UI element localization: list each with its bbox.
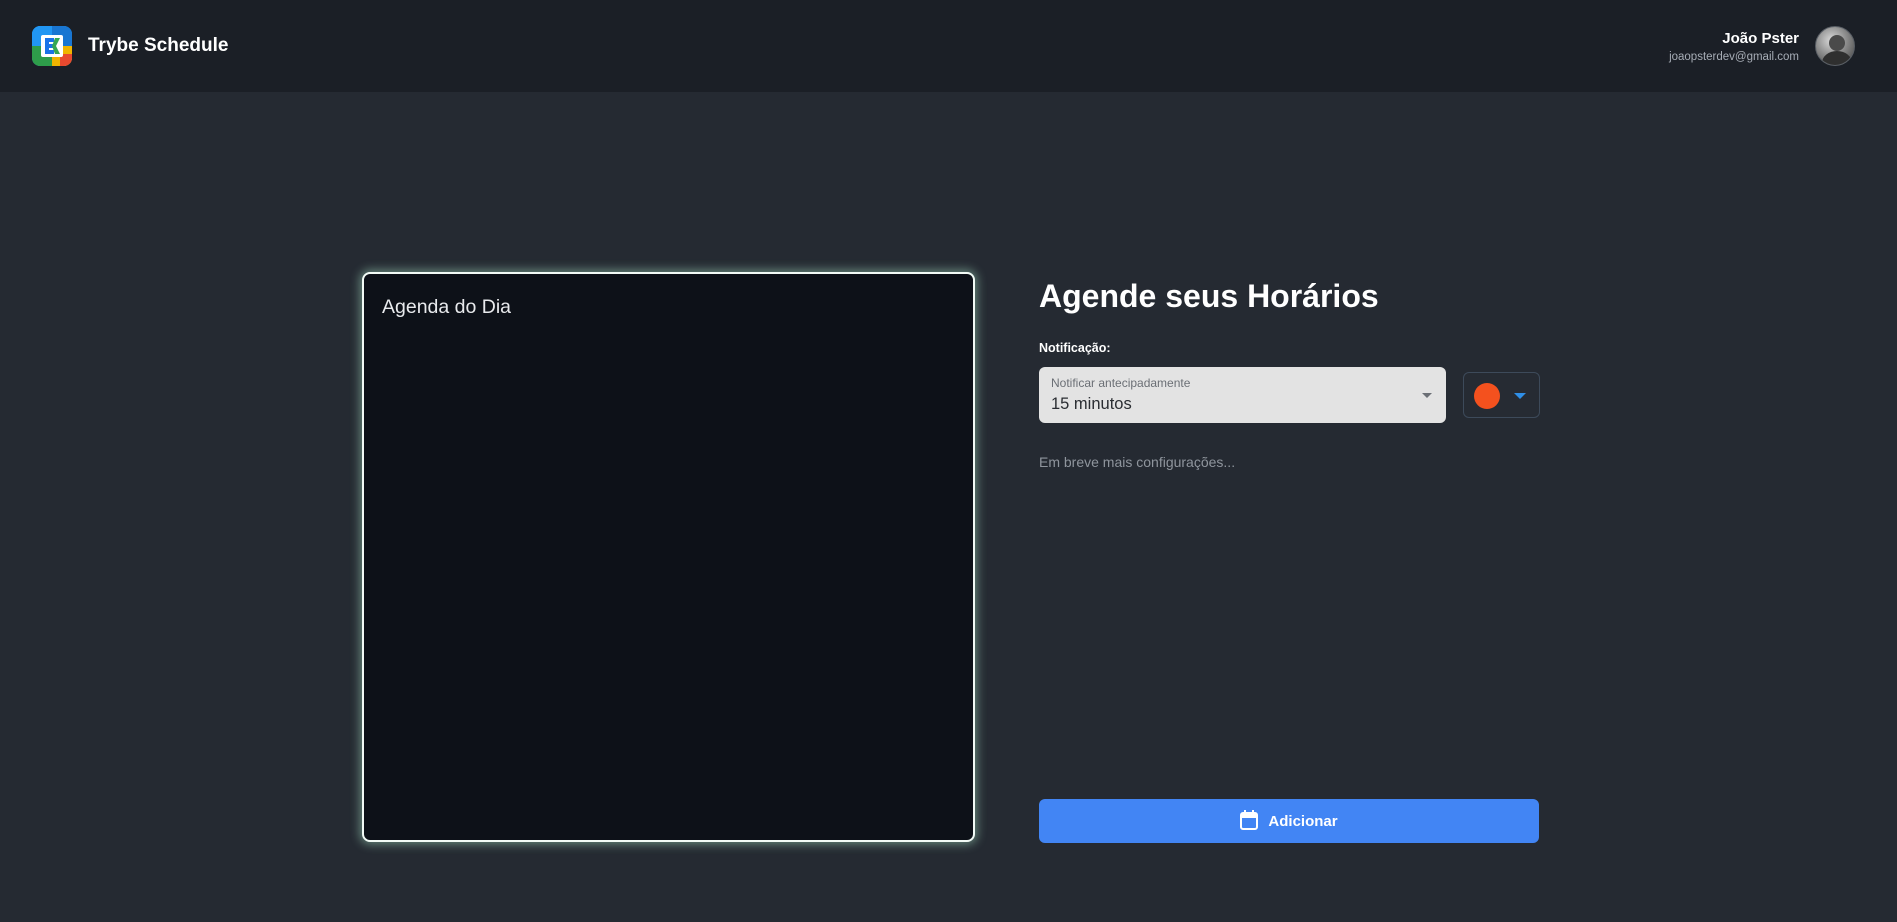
brand[interactable]: Trybe Schedule <box>32 26 228 66</box>
notify-select-value: 15 minutos <box>1051 395 1132 413</box>
user-menu[interactable]: João Pster joaopsterdev@gmail.com <box>1669 26 1855 66</box>
selected-color-swatch <box>1474 383 1500 409</box>
color-picker[interactable] <box>1463 372 1540 418</box>
add-button-label: Adicionar <box>1268 812 1338 830</box>
agenda-title: Agenda do Dia <box>382 296 512 318</box>
user-email: joaopsterdev@gmail.com <box>1669 50 1799 63</box>
page-title: Agende seus Horários <box>1039 278 1379 314</box>
schedule-panel: Agende seus Horários Notificação: Notifi… <box>1039 272 1540 843</box>
user-name: João Pster <box>1722 29 1799 47</box>
day-agenda-panel: Agenda do Dia <box>362 272 975 842</box>
top-bar: Trybe Schedule João Pster joaopsterdev@g… <box>0 0 1897 92</box>
chevron-down-icon <box>1422 393 1432 398</box>
coming-soon-hint: Em breve mais configurações... <box>1039 454 1236 470</box>
notification-label: Notificação: <box>1039 341 1111 355</box>
notify-select-label: Notificar antecipadamente <box>1051 376 1191 390</box>
chevron-down-icon <box>1514 393 1526 399</box>
add-button[interactable]: Adicionar <box>1039 799 1539 843</box>
notify-advance-select[interactable]: Notificar antecipadamente 15 minutos <box>1039 367 1446 423</box>
avatar[interactable] <box>1815 26 1855 66</box>
app-name: Trybe Schedule <box>88 35 229 56</box>
calendar-logo-icon <box>32 26 72 66</box>
calendar-icon <box>1240 809 1259 833</box>
